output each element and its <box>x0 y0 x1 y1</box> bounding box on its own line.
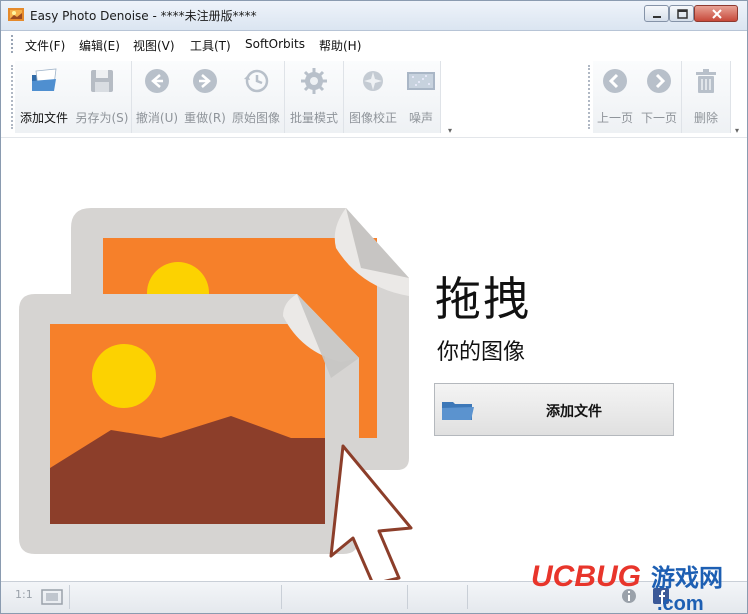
toolbar-group-delete: 删除 <box>682 61 731 133</box>
add-file-large-button[interactable]: 添加文件 <box>434 383 674 436</box>
app-icon <box>8 8 24 21</box>
site-watermark: UCBUG 游戏网 .com <box>531 560 723 614</box>
batch-mode-button[interactable]: 批量模式 <box>285 61 343 133</box>
menu-edit[interactable]: 编辑(E) <box>79 37 120 54</box>
undo-label: 撤消(U) <box>135 111 179 125</box>
menu-view[interactable]: 视图(V) <box>133 37 175 54</box>
app-window: Easy Photo Denoise - ****未注册版**** 文件(F) … <box>0 0 748 614</box>
arrow-left-circle-icon <box>145 69 169 93</box>
watermark-domain: .com <box>657 593 704 614</box>
menu-softorbits[interactable]: SoftOrbits <box>245 37 305 51</box>
toolbar-group-correction: 图像校正 噪声 <box>344 61 441 133</box>
toolbar-group-batch: 批量模式 <box>285 61 344 133</box>
maximize-icon <box>677 9 688 19</box>
menu-grip <box>11 35 15 53</box>
original-image-label: 原始图像 <box>231 111 280 125</box>
prev-page-button[interactable]: 上一页 <box>593 61 637 133</box>
minimize-button[interactable] <box>644 5 669 22</box>
drag-photos-illustration <box>19 208 413 580</box>
menu-help[interactable]: 帮助(H) <box>319 37 361 54</box>
minimize-icon <box>653 16 661 18</box>
watermark-site-cn: 游戏网 <box>651 564 723 592</box>
add-file-large-label: 添加文件 <box>546 404 602 420</box>
toolbar-overflow-right-icon[interactable]: ▾ <box>735 126 739 135</box>
toolbar-group-history: 撤消(U) 重做(R) 原始图像 <box>132 61 285 133</box>
chevron-right-circle-icon <box>647 69 671 93</box>
toolbar-grip-right <box>588 65 592 129</box>
next-page-button[interactable]: 下一页 <box>637 61 681 133</box>
delete-label: 删除 <box>693 111 718 125</box>
add-file-button[interactable]: 添加文件 <box>15 61 73 133</box>
status-divider <box>467 585 468 609</box>
add-file-label: 添加文件 <box>19 111 68 125</box>
history-clock-icon <box>244 69 269 93</box>
close-button[interactable] <box>694 5 738 22</box>
window-title: Easy Photo Denoise - ****未注册版**** <box>30 9 257 23</box>
close-icon <box>712 9 722 19</box>
drop-zone-subtitle: 你的图像 <box>437 340 526 365</box>
image-correction-button[interactable]: 图像校正 <box>344 61 402 133</box>
batch-mode-label: 批量模式 <box>289 111 338 125</box>
zoom-ratio[interactable]: 1:1 <box>15 588 33 601</box>
drop-zone[interactable] <box>1 138 747 580</box>
redo-button[interactable]: 重做(R) <box>180 61 230 133</box>
title-bar: Easy Photo Denoise - ****未注册版**** <box>1 1 747 31</box>
status-divider <box>69 585 70 609</box>
image-correction-label: 图像校正 <box>348 111 397 125</box>
gear-icon <box>301 68 327 94</box>
prev-page-label: 上一页 <box>596 111 633 125</box>
status-divider <box>281 585 282 609</box>
delete-button[interactable]: 删除 <box>682 61 730 133</box>
toolbar: 添加文件 另存为(S) 撤消(U) 重做(R) 原始图像 批量模式 图像校正 噪… <box>1 57 747 138</box>
menu-tools[interactable]: 工具(T) <box>190 37 231 54</box>
toolbar-group-file: 添加文件 另存为(S) <box>15 61 132 133</box>
open-folder-icon <box>32 68 57 91</box>
save-as-button[interactable]: 另存为(S) <box>73 61 131 133</box>
trash-icon <box>696 69 716 93</box>
watermark-brand: UCBUG <box>531 560 641 593</box>
noise-texture-icon <box>407 72 435 90</box>
menu-file[interactable]: 文件(F) <box>25 37 65 54</box>
sparkle-icon <box>363 71 383 91</box>
arrow-right-circle-icon <box>193 69 217 93</box>
noise-label: 噪声 <box>408 111 433 125</box>
noise-button[interactable]: 噪声 <box>402 61 440 133</box>
menu-bar: 文件(F) 编辑(E) 视图(V) 工具(T) SoftOrbits 帮助(H) <box>1 31 747 57</box>
undo-button[interactable]: 撤消(U) <box>132 61 182 133</box>
fit-screen-icon[interactable] <box>41 589 63 605</box>
status-divider <box>407 585 408 609</box>
original-image-button[interactable]: 原始图像 <box>228 61 284 133</box>
maximize-button[interactable] <box>669 5 694 22</box>
drop-zone-title: 拖拽 <box>435 272 531 326</box>
save-as-label: 另存为(S) <box>75 111 129 125</box>
chevron-left-circle-icon <box>603 69 627 93</box>
save-icon <box>91 70 113 92</box>
redo-label: 重做(R) <box>184 111 226 125</box>
toolbar-overflow-icon[interactable]: ▾ <box>448 126 452 135</box>
toolbar-group-nav: 上一页 下一页 <box>593 61 682 133</box>
next-page-label: 下一页 <box>640 111 677 125</box>
